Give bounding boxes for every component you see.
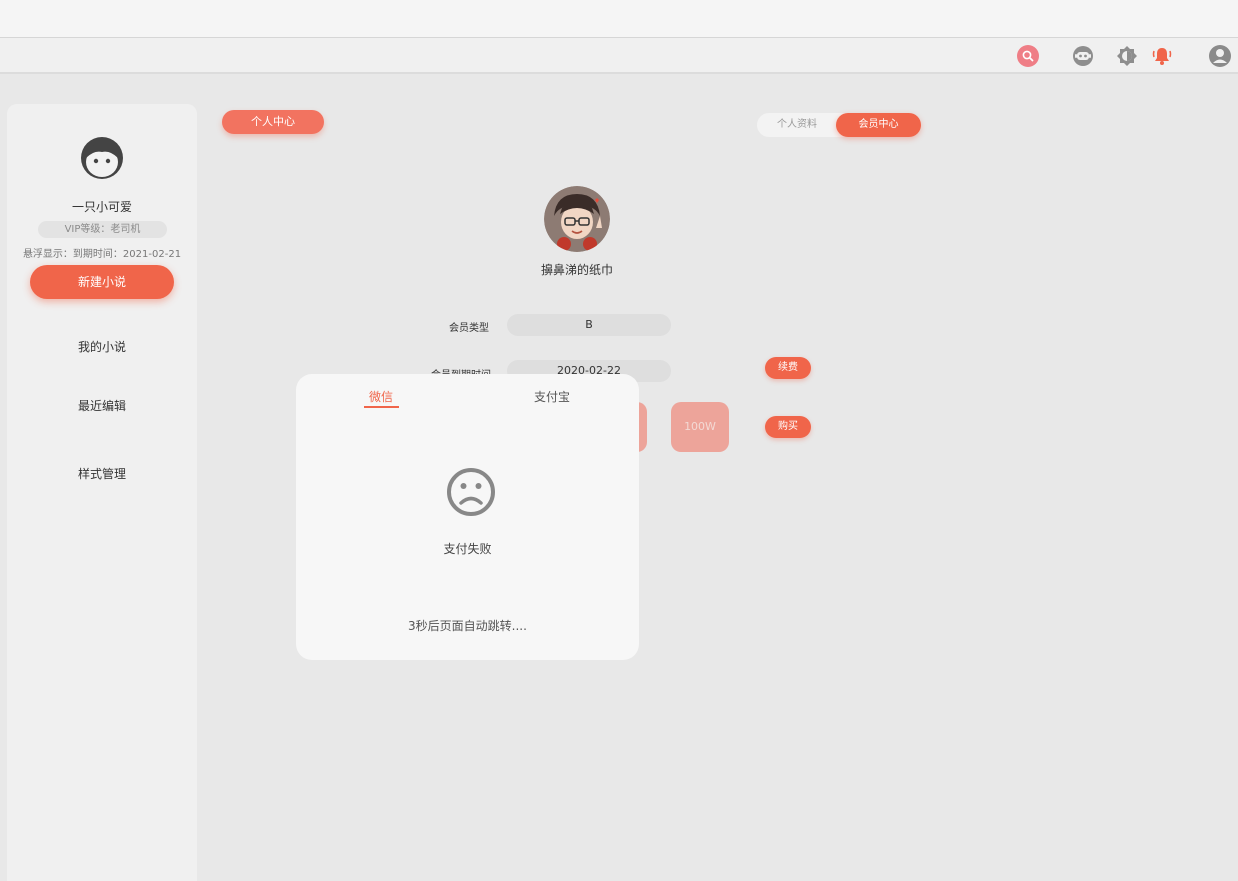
sidebar-user-name: 一只小可爱 bbox=[71, 200, 132, 214]
new-novel-button[interactable]: 新建小说 bbox=[30, 265, 174, 299]
theme-icon[interactable] bbox=[1115, 44, 1139, 68]
sidebar-item-style-management[interactable]: 样式管理 bbox=[7, 465, 197, 482]
redirect-countdown-text: 3秒后页面自动跳转.... bbox=[408, 619, 527, 633]
robot-icon[interactable] bbox=[1071, 44, 1095, 68]
sidebar-item-my-novels[interactable]: 我的小说 bbox=[7, 338, 197, 355]
member-type-value: B bbox=[507, 314, 671, 336]
profile-tabs: 个人资料 会员中心 bbox=[757, 113, 921, 137]
buy-button[interactable]: 购买 bbox=[765, 416, 811, 438]
tab-alipay[interactable]: 支付宝 bbox=[528, 388, 576, 405]
window-top-strip bbox=[0, 0, 1238, 38]
plan-card-100w[interactable]: 100W bbox=[671, 402, 729, 452]
sidebar-item-recent-edits[interactable]: 最近编辑 bbox=[7, 397, 197, 414]
expire-hint: 悬浮显示：到期时间：2021-02-21 bbox=[22, 249, 182, 260]
tab-membership[interactable]: 会员中心 bbox=[836, 113, 921, 137]
sad-face-icon bbox=[446, 467, 496, 517]
payment-status-text: 支付失败 bbox=[443, 542, 492, 556]
tab-profile[interactable]: 个人资料 bbox=[757, 113, 837, 137]
profile-name: 擤鼻涕的纸巾 bbox=[540, 263, 613, 277]
tab-active-underline bbox=[364, 406, 399, 408]
vip-level-badge: VIP等级：老司机 bbox=[38, 221, 167, 238]
member-type-label: 会员类型 bbox=[449, 323, 489, 334]
user-icon[interactable] bbox=[1208, 44, 1232, 68]
page-title-pill: 个人中心 bbox=[222, 110, 324, 134]
avatar-icon[interactable] bbox=[80, 136, 124, 180]
search-icon[interactable] bbox=[1016, 44, 1040, 68]
payment-result-modal: 微信 支付宝 支付失败 3秒后页面自动跳转.... bbox=[296, 374, 639, 660]
tab-wechat-pay[interactable]: 微信 bbox=[362, 388, 400, 405]
profile-avatar[interactable] bbox=[544, 186, 610, 252]
sidebar: 一只小可爱 VIP等级：老司机 悬浮显示：到期时间：2021-02-21 新建小… bbox=[7, 104, 197, 881]
bell-icon[interactable] bbox=[1150, 44, 1174, 68]
renew-button[interactable]: 续费 bbox=[765, 357, 811, 379]
top-toolbar bbox=[0, 38, 1238, 74]
